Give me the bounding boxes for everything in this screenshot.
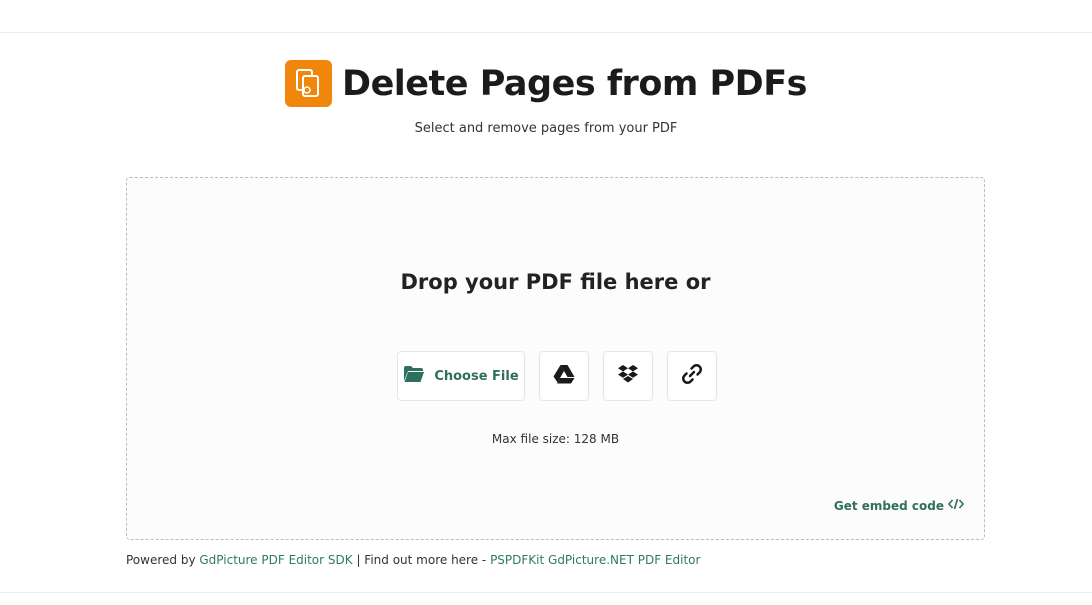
- google-drive-button[interactable]: [539, 351, 589, 401]
- bottom-divider: [0, 592, 1092, 593]
- link-icon: [681, 363, 703, 389]
- embed-label: Get embed code: [833, 498, 944, 513]
- powered-by-text: Powered by: [126, 553, 200, 567]
- top-divider: [0, 32, 1092, 33]
- upload-source-buttons: Choose File: [397, 351, 717, 401]
- max-file-size: Max file size: 128 MB: [491, 432, 620, 446]
- choose-file-button[interactable]: Choose File: [397, 351, 525, 401]
- find-out-more-text: | Find out more here -: [352, 553, 491, 567]
- file-dropzone[interactable]: Drop your PDF file here or Choose File M…: [126, 177, 985, 540]
- page-subtitle: Select and remove pages from your PDF: [414, 121, 678, 136]
- url-link-button[interactable]: [667, 351, 717, 401]
- drop-prompt: Drop your PDF file here or: [400, 270, 711, 294]
- pdf-pages-icon: [285, 60, 333, 107]
- choose-file-label: Choose File: [434, 368, 519, 384]
- page-footer: Powered by GdPicture PDF Editor SDK | Fi…: [126, 553, 700, 567]
- folder-open-icon: [403, 365, 425, 387]
- get-embed-code-link[interactable]: Get embed code: [833, 498, 965, 513]
- dropbox-button[interactable]: [603, 351, 653, 401]
- page-header: Delete Pages from PDFs: [0, 60, 1092, 107]
- gdpicture-sdk-link[interactable]: GdPicture PDF Editor SDK: [199, 553, 352, 567]
- pspdfkit-editor-link[interactable]: PSPDFKit GdPicture.NET PDF Editor: [490, 553, 700, 567]
- google-drive-icon: [553, 364, 575, 388]
- page-title: Delete Pages from PDFs: [342, 63, 807, 104]
- dropbox-icon: [617, 364, 639, 388]
- code-icon: [947, 498, 965, 513]
